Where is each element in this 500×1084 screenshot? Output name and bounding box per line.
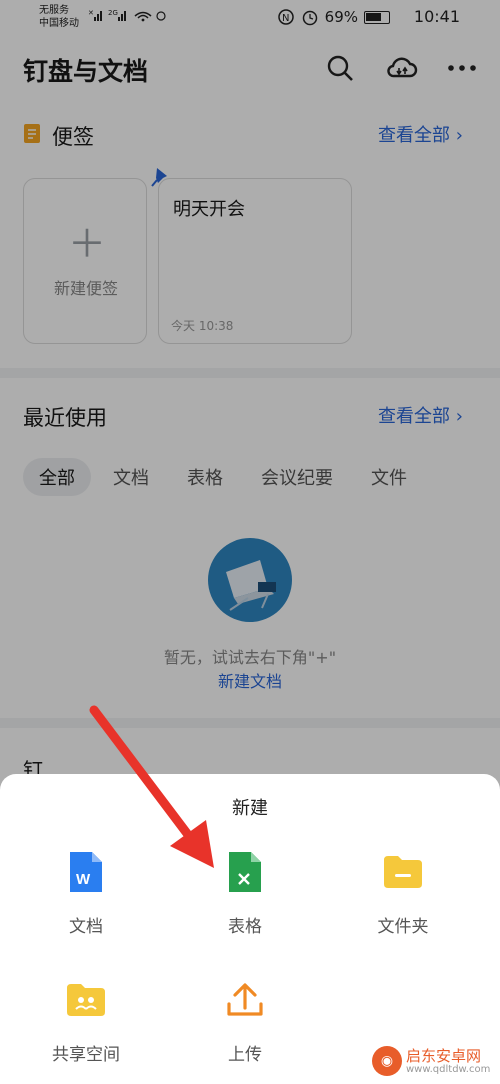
sheet-title: 新建 [232,798,268,819]
shared-space-icon [62,976,110,1024]
upload-icon [221,976,269,1024]
upload-option[interactable]: 上传 [175,976,315,1065]
watermark: ◉ 启东安卓网 www.qdltdw.com [372,1046,490,1076]
watermark-url: www.qdltdw.com [406,1063,491,1075]
svg-text:W: W [76,871,91,888]
new-shared-space-option[interactable]: 共享空间 [16,976,156,1065]
new-shared-space-label: 共享空间 [52,1045,120,1065]
watermark-logo-icon: ◉ [372,1046,402,1076]
new-folder-label: 文件夹 [377,917,429,937]
folder-icon [379,848,427,896]
new-item-sheet: 新建 W 文档 表格 文件夹 共享空间 上传 [0,774,500,1084]
annotation-arrow [89,705,214,868]
watermark-text: 启东安卓网 [406,1046,482,1065]
new-sheet-label: 表格 [228,917,262,937]
new-folder-option[interactable]: 文件夹 [333,848,473,937]
new-doc-label: 文档 [69,917,103,937]
upload-label: 上传 [228,1045,262,1065]
